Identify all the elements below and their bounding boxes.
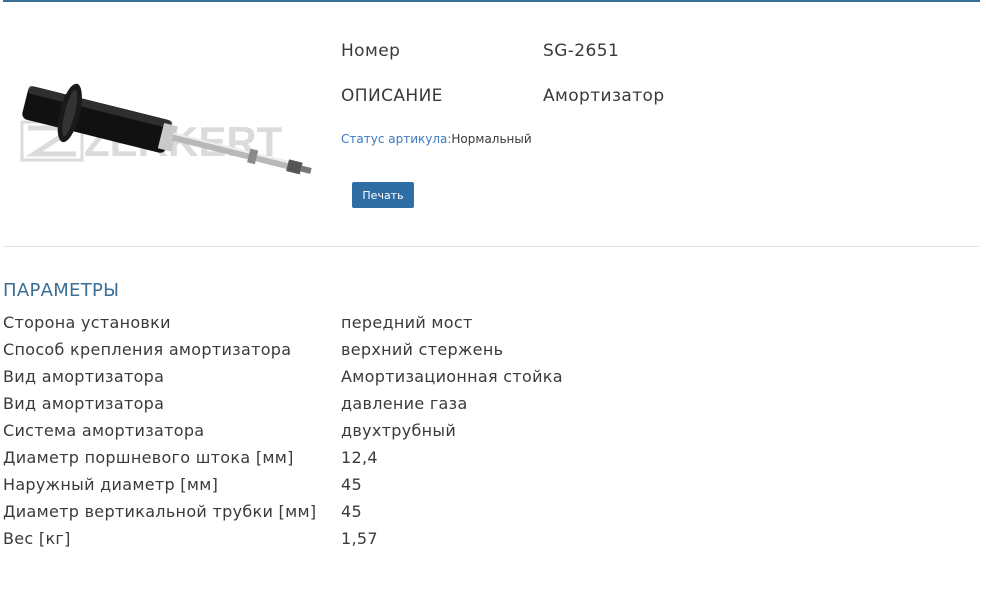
parameter-value: 1,57: [341, 529, 378, 548]
top-border: [3, 0, 980, 2]
product-image: ZEKKERT: [14, 70, 320, 200]
status-label: Статус артикула:: [341, 132, 452, 146]
parameter-row: Вид амортизатора давление газа: [3, 392, 703, 419]
parameter-value: двухтрубный: [341, 421, 457, 440]
parameter-row: Диаметр поршневого штока [мм] 12,4: [3, 446, 703, 473]
parameter-value: передний мост: [341, 313, 473, 332]
shock-absorber-image: ZEKKERT: [20, 83, 312, 175]
parameter-row: Система амортизатора двухтрубный: [3, 419, 703, 446]
print-button[interactable]: Печать: [352, 182, 414, 208]
description-value: Амортизатор: [543, 86, 665, 106]
article-status: Статус артикула:Нормальный: [341, 132, 532, 146]
parameter-value: 45: [341, 475, 362, 494]
number-label: Номер: [341, 41, 401, 61]
parameters-title: ПАРАМЕТРЫ: [3, 280, 120, 301]
parameter-value: 45: [341, 502, 362, 521]
parameter-row: Вид амортизатора Амортизационная стойка: [3, 365, 703, 392]
parameter-row: Вес [кг] 1,57: [3, 527, 703, 554]
parameter-row: Сторона установки передний мост: [3, 311, 703, 338]
parameter-name: Способ крепления амортизатора: [3, 340, 292, 359]
parameter-name: Система амортизатора: [3, 421, 205, 440]
parameters-table: Сторона установки передний мост Способ к…: [3, 311, 703, 554]
parameter-value: Амортизационная стойка: [341, 367, 563, 386]
parameter-row: Способ крепления амортизатора верхний ст…: [3, 338, 703, 365]
number-value: SG-2651: [543, 41, 620, 61]
parameter-name: Вид амортизатора: [3, 367, 165, 386]
parameter-value: давление газа: [341, 394, 468, 413]
parameter-row: Наружный диаметр [мм] 45: [3, 473, 703, 500]
parameter-name: Наружный диаметр [мм]: [3, 475, 219, 494]
parameter-name: Диаметр вертикальной трубки [мм]: [3, 502, 317, 521]
parameter-name: Вид амортизатора: [3, 394, 165, 413]
parameter-name: Диаметр поршневого штока [мм]: [3, 448, 294, 467]
parameter-name: Сторона установки: [3, 313, 171, 332]
parameter-value: верхний стержень: [341, 340, 504, 359]
parameter-value: 12,4: [341, 448, 378, 467]
description-label: ОПИСАНИЕ: [341, 86, 443, 106]
section-divider: [3, 246, 979, 247]
status-value: Нормальный: [451, 132, 532, 146]
parameter-row: Диаметр вертикальной трубки [мм] 45: [3, 500, 703, 527]
parameter-name: Вес [кг]: [3, 529, 71, 548]
